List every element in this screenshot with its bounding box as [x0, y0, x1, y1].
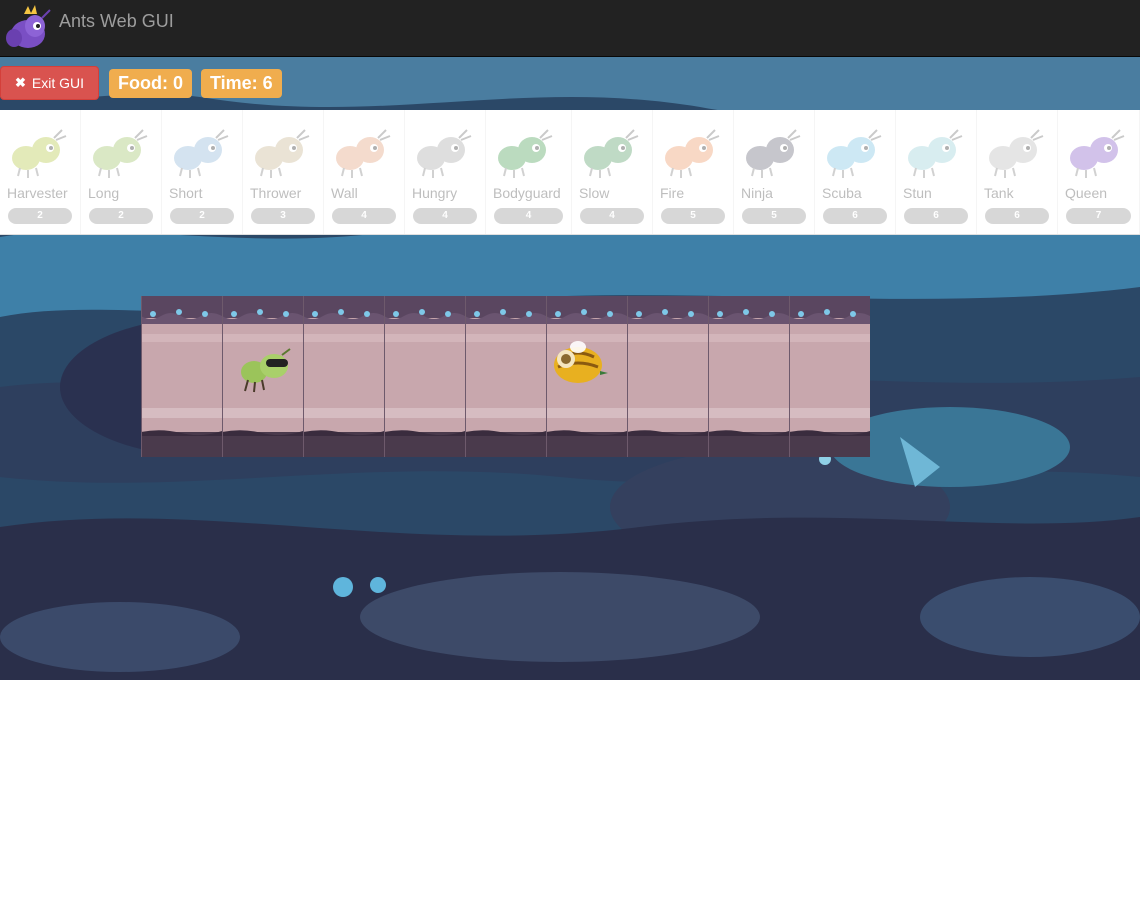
- thrower-ant-icon: [255, 129, 310, 178]
- ant-name-label: Scuba: [822, 185, 862, 201]
- tunnel-place[interactable]: [384, 296, 465, 457]
- place-tile-graphic: [141, 296, 222, 457]
- app-title: Ants Web GUI: [59, 11, 174, 31]
- ant-card-long[interactable]: Long 2: [81, 110, 162, 234]
- ant-cost-badge: 2: [8, 208, 72, 224]
- ant-name-label: Wall: [331, 185, 358, 201]
- ant-card-scuba[interactable]: Scuba 6: [815, 110, 896, 234]
- ant-cost-badge: 4: [332, 208, 396, 224]
- ant-name-label: Ninja: [741, 185, 773, 201]
- place-tile-graphic: [465, 296, 546, 457]
- ant-card-tank[interactable]: Tank 6: [977, 110, 1058, 234]
- ant-name-label: Slow: [579, 185, 610, 201]
- queen-ant-logo-icon: [6, 5, 51, 48]
- ant-card-thrower[interactable]: Thrower 3: [243, 110, 324, 234]
- ant-name-label: Tank: [984, 185, 1014, 201]
- wall-ant-icon: [336, 129, 391, 178]
- tunnel-place[interactable]: [465, 296, 546, 457]
- ant-name-label: Short: [169, 185, 203, 201]
- fire-ant-icon: [665, 129, 720, 178]
- stun-ant-icon: [908, 129, 963, 178]
- ant-cost-badge: 4: [494, 208, 563, 224]
- ant-cost-badge: 5: [742, 208, 806, 224]
- hungry-ant-icon: [417, 129, 472, 178]
- ant-card-fire[interactable]: Fire 5: [653, 110, 734, 234]
- ant-card-slow[interactable]: Slow 4: [572, 110, 653, 234]
- ant-card-short[interactable]: Short 2: [162, 110, 243, 234]
- tunnel-place[interactable]: [141, 296, 222, 457]
- ant-card-harvester[interactable]: Harvester 2: [0, 110, 81, 234]
- slow-ant-icon: [584, 129, 639, 178]
- ant-cost-badge: 2: [170, 208, 234, 224]
- time-counter: Time: 6: [201, 69, 282, 98]
- short-ant-icon: [174, 129, 229, 178]
- tank-ant-icon: [989, 129, 1044, 178]
- harvester-ant-icon: [12, 129, 67, 178]
- ant-card-queen[interactable]: Queen 7: [1058, 110, 1140, 234]
- tunnel-place[interactable]: [303, 296, 384, 457]
- ninja-ant-icon: [746, 129, 801, 178]
- close-icon: ✖: [14, 75, 26, 90]
- game-stage: ✖ Exit GUI Food: 0 Time: 6 Harvester 2 Lon…: [0, 57, 1140, 680]
- ant-cost-badge: 6: [823, 208, 887, 224]
- bee-icon[interactable]: [548, 337, 610, 387]
- ant-cost-badge: 3: [251, 208, 315, 224]
- ant-selector-bar: Harvester 2 Long 2 Short 2 Thrower 3 Wall 4 Hungry…: [0, 110, 1140, 235]
- ant-name-label: Long: [88, 185, 120, 201]
- ant-card-ninja[interactable]: Ninja 5: [734, 110, 815, 234]
- ant-name-label: Queen: [1065, 185, 1108, 201]
- queen-ant-icon: [1070, 129, 1125, 178]
- ant-card-stun[interactable]: Stun 6: [896, 110, 977, 234]
- ant-name-label: Hungry: [412, 185, 458, 201]
- ant-card-wall[interactable]: Wall 4: [324, 110, 405, 234]
- place-tile-graphic: [627, 296, 708, 457]
- long-ant-icon: [93, 129, 148, 178]
- tunnel-place[interactable]: [789, 296, 870, 457]
- ant-cost-badge: 4: [413, 208, 477, 224]
- place-tile-graphic: [303, 296, 384, 457]
- ant-cost-badge: 6: [985, 208, 1049, 224]
- ant-name-label: Thrower: [250, 185, 302, 201]
- ant-name-label: Harvester: [7, 185, 68, 201]
- place-tile-graphic: [708, 296, 789, 457]
- short-ant-with-sunglasses-icon[interactable]: [238, 346, 294, 394]
- ant-cost-badge: 6: [904, 208, 968, 224]
- ant-card-hungry[interactable]: Hungry 4: [405, 110, 486, 234]
- tunnel-place[interactable]: [708, 296, 789, 457]
- ant-name-label: Stun: [903, 185, 932, 201]
- place-tile-graphic: [384, 296, 465, 457]
- ant-name-label: Bodyguard: [493, 185, 561, 201]
- ant-cost-badge: 4: [580, 208, 644, 224]
- place-tile-graphic: [789, 296, 870, 457]
- ant-cost-badge: 2: [89, 208, 153, 224]
- ant-card-bodyguard[interactable]: Bodyguard 4: [486, 110, 572, 234]
- ant-cost-badge: 5: [661, 208, 725, 224]
- food-counter: Food: 0: [109, 69, 192, 98]
- ant-name-label: Fire: [660, 185, 685, 201]
- scuba-ant-icon: [827, 129, 882, 178]
- navbar: Ants Web GUI: [0, 0, 1140, 57]
- exit-gui-button[interactable]: ✖ Exit GUI: [0, 66, 99, 100]
- bodyguard-ant-icon: [498, 129, 553, 178]
- exit-gui-label: Exit GUI: [31, 75, 85, 91]
- tunnel-place[interactable]: [627, 296, 708, 457]
- ant-cost-badge: 7: [1066, 208, 1131, 224]
